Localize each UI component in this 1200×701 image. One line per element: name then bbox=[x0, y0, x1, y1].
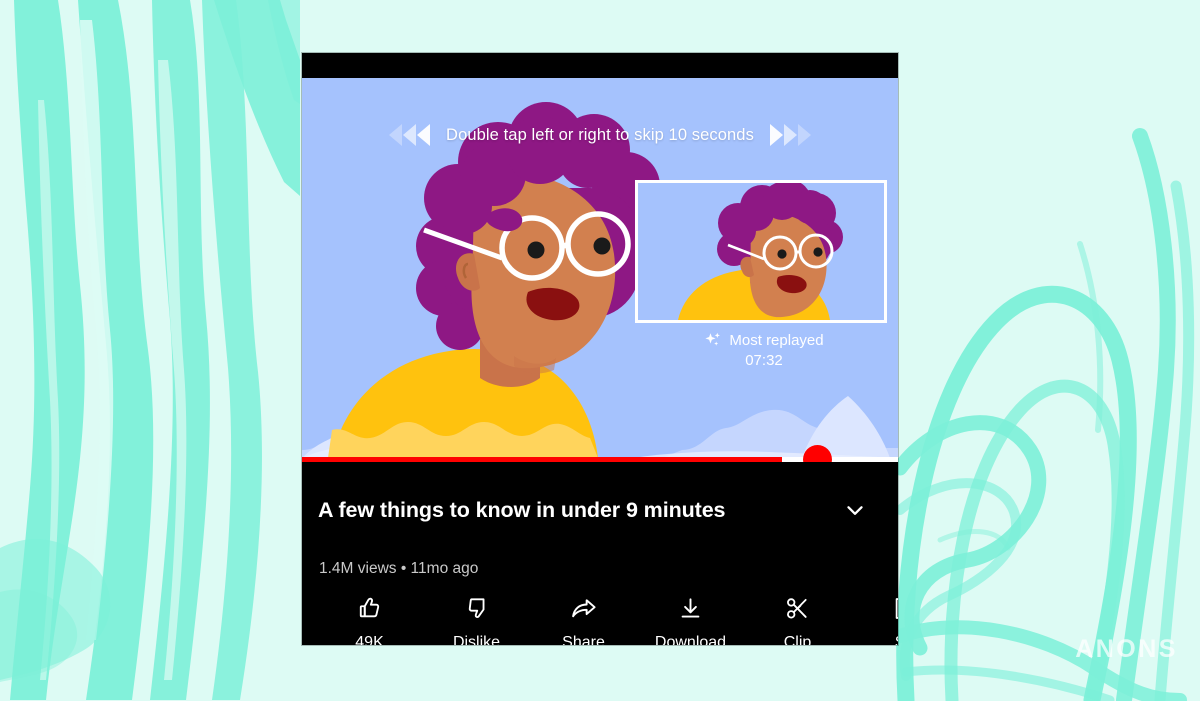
save-label: Sa bbox=[895, 634, 898, 645]
video-player-frame: Double tap left or right to skip 10 seco… bbox=[302, 53, 898, 645]
save-bookmark-icon bbox=[891, 593, 898, 623]
video-info-panel: A few things to know in under 9 minutes … bbox=[302, 462, 898, 645]
player-status-bar bbox=[302, 53, 898, 78]
download-label: Download bbox=[654, 634, 727, 645]
like-button[interactable]: 49K bbox=[316, 593, 423, 645]
dislike-button[interactable]: Dislike bbox=[423, 593, 530, 645]
video-viewport[interactable]: Double tap left or right to skip 10 seco… bbox=[302, 78, 898, 458]
video-illustration bbox=[302, 78, 898, 458]
title-row: A few things to know in under 9 minutes bbox=[318, 495, 882, 525]
video-stats: 1.4M views • 11mo ago bbox=[319, 560, 479, 577]
download-icon bbox=[677, 593, 704, 623]
clip-button[interactable]: Clip bbox=[744, 593, 851, 645]
dislike-label: Dislike bbox=[452, 634, 501, 645]
save-button[interactable]: Sa bbox=[851, 593, 898, 645]
like-count: 49K bbox=[355, 634, 384, 645]
thumbs-up-icon bbox=[356, 593, 384, 623]
share-arrow-icon bbox=[569, 593, 598, 623]
share-button[interactable]: Share bbox=[530, 593, 637, 645]
thumbs-down-icon bbox=[463, 593, 491, 623]
scissors-icon bbox=[784, 593, 811, 623]
share-label: Share bbox=[562, 634, 605, 645]
download-button[interactable]: Download bbox=[637, 593, 744, 645]
watermark: ANONS bbox=[1075, 635, 1178, 663]
video-action-bar: 49K Dislike Share Download Clip bbox=[316, 593, 898, 645]
clip-label: Clip bbox=[783, 634, 812, 645]
page-title: A few things to know in under 9 minutes bbox=[318, 497, 726, 522]
chevron-down-icon[interactable] bbox=[840, 495, 870, 525]
